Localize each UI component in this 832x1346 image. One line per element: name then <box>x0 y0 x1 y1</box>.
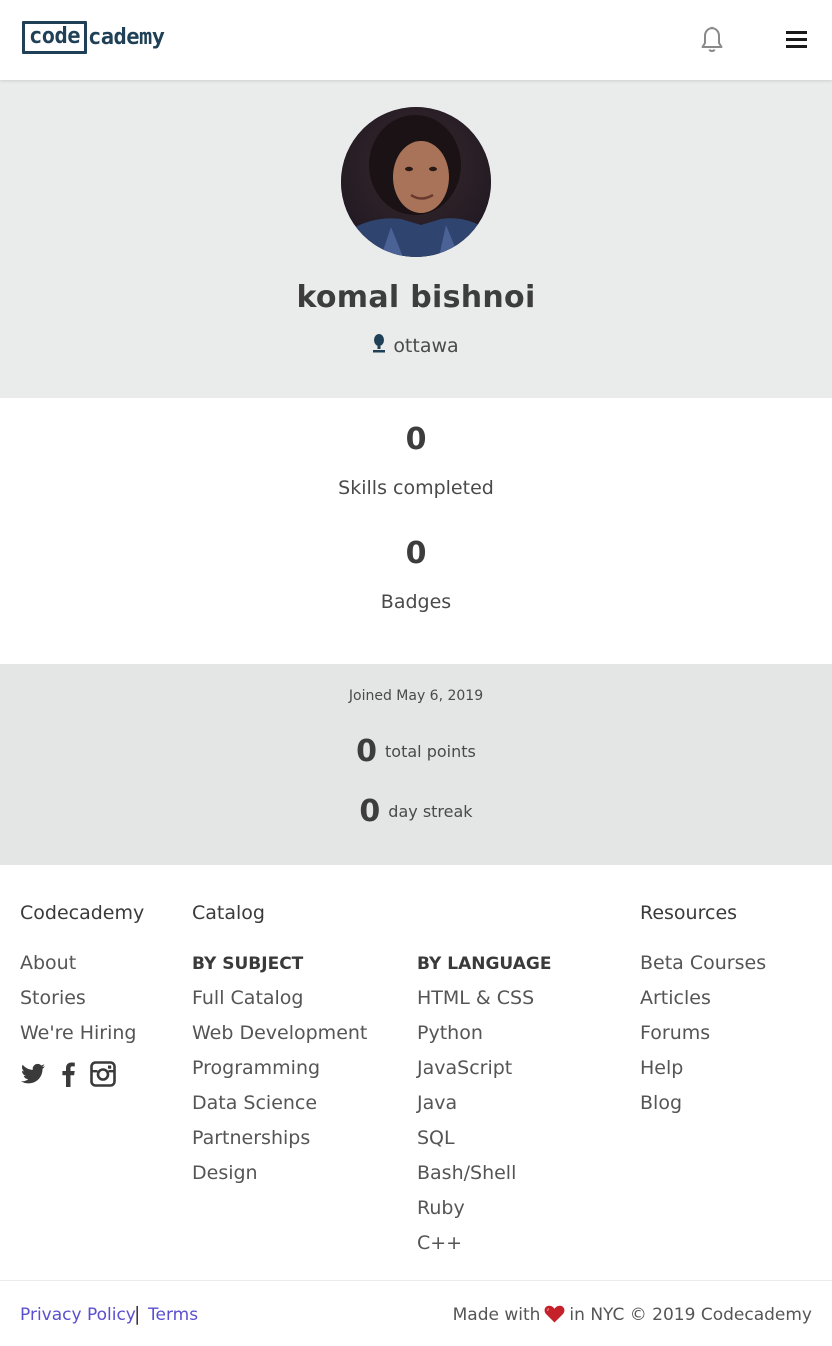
stats-section: 0 Skills completed 0 Badges <box>0 398 832 664</box>
footer-link-java[interactable]: Java <box>417 1092 457 1114</box>
heart-icon <box>545 1305 565 1323</box>
footer-link-articles[interactable]: Articles <box>640 987 711 1009</box>
made-with-love: Made with in NYC © 2019 Codecademy <box>453 1305 812 1325</box>
profile-location: ottawa <box>0 334 832 357</box>
footer-link-design[interactable]: Design <box>192 1162 258 1184</box>
site-footer: Codecademy About Stories We're Hiring Ca… <box>0 864 832 1280</box>
legal-bar: Privacy Policy | Terms Made with in NYC … <box>0 1280 832 1346</box>
joined-date: Joined May 6, 2019 <box>348 688 484 704</box>
location-text: ottawa <box>393 335 459 357</box>
footer-link-about[interactable]: About <box>20 952 76 974</box>
logo-cademy-text: cademy <box>87 25 165 50</box>
footer-link-help[interactable]: Help <box>640 1057 683 1079</box>
footer-link-javascript[interactable]: JavaScript <box>417 1057 512 1079</box>
badges-count: 0 <box>405 536 427 571</box>
footer-link-programming[interactable]: Programming <box>192 1057 320 1079</box>
footer-subheading-by-language: BY LANGUAGE <box>417 954 552 974</box>
total-points: 0 total points <box>0 734 832 769</box>
footer-link-partnerships[interactable]: Partnerships <box>192 1127 310 1149</box>
twitter-icon[interactable] <box>20 1061 46 1087</box>
footer-link-forums[interactable]: Forums <box>640 1022 710 1044</box>
footer-link-beta-courses[interactable]: Beta Courses <box>640 952 766 974</box>
hamburger-menu-icon[interactable] <box>786 31 808 49</box>
total-points-value: 0 <box>356 734 378 769</box>
skills-completed-count: 0 <box>405 422 427 457</box>
total-points-label: total points <box>385 742 476 761</box>
profile-name: komal bishnoi <box>296 280 536 315</box>
bell-icon[interactable] <box>700 26 724 54</box>
footer-link-data-science[interactable]: Data Science <box>192 1092 317 1114</box>
footer-link-ruby[interactable]: Ruby <box>417 1197 465 1219</box>
footer-link-sql[interactable]: SQL <box>417 1127 455 1149</box>
day-streak: 0 day streak <box>0 794 832 829</box>
logo-code-box: code <box>22 21 87 54</box>
terms-link[interactable]: Terms <box>148 1305 198 1325</box>
footer-heading-catalog: Catalog <box>192 902 265 924</box>
instagram-icon[interactable] <box>90 1061 116 1087</box>
avatar <box>341 107 491 257</box>
badges-label: Badges <box>380 591 452 613</box>
day-streak-value: 0 <box>359 794 381 829</box>
footer-link-python[interactable]: Python <box>417 1022 483 1044</box>
footer-heading-codecademy: Codecademy <box>20 902 145 924</box>
footer-link-full-catalog[interactable]: Full Catalog <box>192 987 304 1009</box>
footer-link-bash-shell[interactable]: Bash/Shell <box>417 1162 516 1184</box>
footer-subheading-by-subject: BY SUBJECT <box>192 954 304 974</box>
skills-completed-label: Skills completed <box>338 477 494 499</box>
footer-link-html-css[interactable]: HTML & CSS <box>417 987 534 1009</box>
made-with-prefix: Made with <box>452 1305 541 1325</box>
profile-header: komal bishnoi ottawa <box>0 80 832 398</box>
footer-link-blog[interactable]: Blog <box>640 1092 682 1114</box>
location-pin-icon <box>373 334 386 353</box>
made-with-suffix: in NYC © 2019 Codecademy <box>569 1305 812 1325</box>
footer-link-web-development[interactable]: Web Development <box>192 1022 367 1044</box>
activity-section: Joined May 6, 2019 0 total points 0 day st… <box>0 664 832 864</box>
privacy-policy-link[interactable]: Privacy Policy <box>20 1305 136 1325</box>
codecademy-logo[interactable]: code cademy <box>22 21 165 54</box>
footer-link-hiring[interactable]: We're Hiring <box>20 1022 136 1044</box>
footer-link-cpp[interactable]: C++ <box>417 1232 462 1254</box>
legal-separator: | <box>134 1303 141 1325</box>
footer-heading-resources: Resources <box>640 902 738 924</box>
top-nav: code cademy <box>0 0 832 80</box>
day-streak-label: day streak <box>388 802 473 821</box>
facebook-icon[interactable] <box>56 1061 82 1087</box>
footer-link-stories[interactable]: Stories <box>20 987 86 1009</box>
